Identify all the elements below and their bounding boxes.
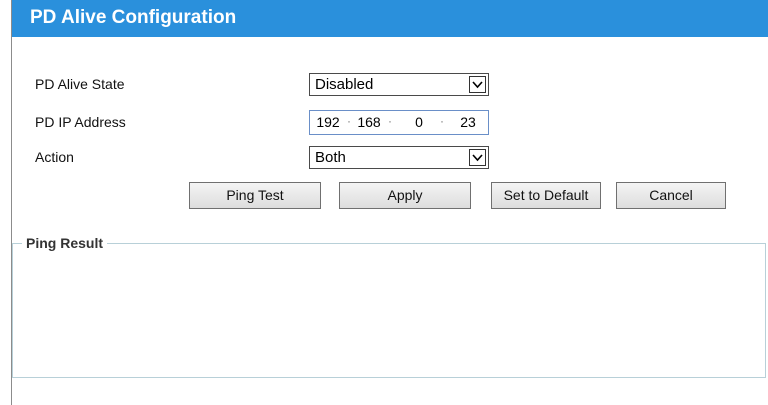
action-select[interactable]: Both [309, 146, 489, 169]
apply-button[interactable]: Apply [339, 182, 471, 209]
ping-result-legend: Ping Result [22, 235, 108, 251]
ip-octet-2[interactable]: 168 [354, 114, 384, 130]
ip-separator: · [347, 114, 351, 128]
chevron-down-icon[interactable] [469, 149, 486, 166]
cancel-button[interactable]: Cancel [616, 182, 726, 209]
action-label: Action [35, 149, 74, 165]
ip-octet-4[interactable]: 23 [453, 114, 483, 130]
action-value: Both [315, 149, 346, 166]
ping-result-panel [12, 243, 766, 378]
pd-ip-address-label: PD IP Address [35, 114, 126, 130]
chevron-down-icon[interactable] [469, 76, 486, 93]
pd-ip-address-field[interactable]: 192 · 168 · 0 · 23 [309, 110, 489, 135]
ping-test-button[interactable]: Ping Test [189, 182, 321, 209]
ip-octet-1[interactable]: 192 [313, 114, 343, 130]
set-to-default-button[interactable]: Set to Default [491, 182, 601, 209]
page-title: PD Alive Configuration [30, 7, 237, 28]
ip-octet-3[interactable]: 0 [404, 114, 434, 130]
ip-separator: · [440, 114, 444, 128]
ip-separator: · [388, 114, 392, 128]
pd-alive-state-select[interactable]: Disabled [309, 73, 489, 96]
pd-alive-state-label: PD Alive State [35, 76, 125, 92]
pd-alive-state-value: Disabled [315, 76, 374, 93]
page-header: PD Alive Configuration [12, 0, 768, 37]
